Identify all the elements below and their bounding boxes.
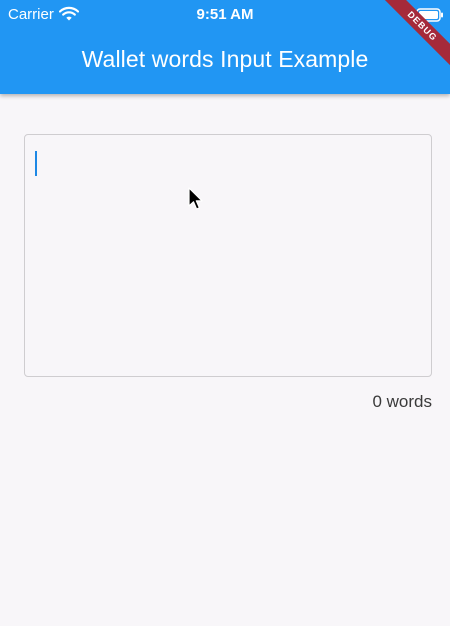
page-title: Wallet words Input Example — [81, 46, 369, 72]
mouse-pointer-icon — [188, 187, 204, 218]
status-time: 9:51 AM — [196, 6, 254, 23]
text-caret — [35, 151, 37, 176]
status-bar: Carrier 9:51 AM — [0, 0, 450, 30]
wallet-words-input[interactable] — [24, 134, 432, 377]
word-count-label: 0 words — [372, 392, 432, 411]
app-bar: Carrier 9:51 AM Wallet words Input Examp… — [0, 0, 450, 94]
